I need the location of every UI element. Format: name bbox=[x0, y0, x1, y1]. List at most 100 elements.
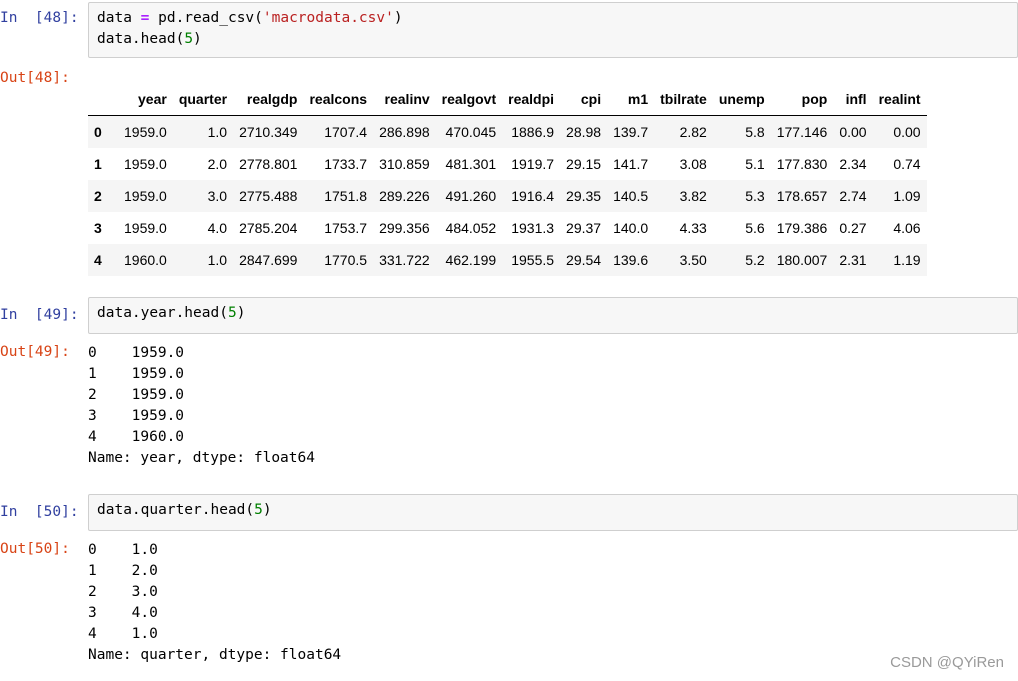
table-cell: 0.00 bbox=[839, 124, 867, 140]
table-cell: 1.09 bbox=[893, 188, 921, 204]
table-cell: 491.260 bbox=[445, 188, 497, 204]
table-cell: 481.301 bbox=[445, 156, 497, 172]
column-header: m1 bbox=[627, 91, 649, 107]
output-line: 4 1960.0 bbox=[88, 429, 185, 445]
table-cell: 1959.0 bbox=[124, 156, 167, 172]
table-cell: 2.31 bbox=[839, 252, 867, 268]
table-cell: 179.386 bbox=[776, 220, 828, 236]
table-cell: 140.5 bbox=[613, 188, 649, 204]
table-cell: 299.356 bbox=[379, 220, 430, 236]
table-cell: 1886.9 bbox=[511, 124, 555, 140]
column-header: cpi bbox=[580, 91, 602, 107]
table-cell: 177.830 bbox=[776, 156, 828, 172]
column-header: pop bbox=[801, 91, 828, 107]
table-cell: 2778.801 bbox=[239, 156, 298, 172]
table-cell: 177.146 bbox=[776, 124, 828, 140]
table-header-row: year quarter realgdp realcons realinv realgov… bbox=[88, 83, 927, 116]
code-token: 5 bbox=[184, 31, 194, 47]
table-cell: 2710.349 bbox=[239, 124, 298, 140]
code-token: ) bbox=[262, 502, 272, 518]
output-line: 2 3.0 bbox=[88, 584, 158, 600]
table-cell: 29.54 bbox=[566, 252, 602, 268]
row-index: 4 bbox=[94, 252, 102, 268]
table-cell: 2.34 bbox=[839, 156, 867, 172]
table-cell: 289.226 bbox=[379, 188, 430, 204]
table-cell: 1960.0 bbox=[124, 252, 167, 268]
code-cell-49[interactable]: data.year.head(5) bbox=[88, 297, 1018, 334]
output-line: 3 4.0 bbox=[88, 605, 158, 621]
column-header: tbilrate bbox=[660, 91, 707, 107]
code-line: data.quarter.head(5) bbox=[97, 500, 1017, 521]
column-header: realcons bbox=[309, 91, 368, 107]
output-line: 1 1959.0 bbox=[88, 366, 185, 382]
table-cell: 331.722 bbox=[379, 252, 430, 268]
code-line: data = pd.read_csv('macrodata.csv') bbox=[97, 8, 1017, 29]
table-cell: 5.2 bbox=[745, 252, 765, 268]
table-cell: 5.6 bbox=[745, 220, 765, 236]
table-cell: 180.007 bbox=[776, 252, 828, 268]
table-cell: 28.98 bbox=[566, 124, 602, 140]
table-cell: 4.06 bbox=[893, 220, 921, 236]
table-cell: 1751.8 bbox=[324, 188, 368, 204]
row-index: 3 bbox=[94, 220, 102, 236]
column-header: realinv bbox=[384, 91, 430, 107]
table-cell: 1959.0 bbox=[124, 124, 167, 140]
code-token: 5 bbox=[254, 502, 263, 518]
table-cell: 1.19 bbox=[893, 252, 921, 268]
code-cell-48[interactable]: data = pd.read_csv('macrodata.csv') data.… bbox=[88, 2, 1018, 58]
code-line: data.head(5) bbox=[97, 29, 1017, 50]
table-cell: 1733.7 bbox=[324, 156, 368, 172]
table-row: 0 1959.0 1.0 2710.349 1707.4 286.898 470.045 18… bbox=[88, 115, 927, 148]
watermark: CSDN @QYiRen bbox=[890, 654, 1004, 671]
code-token: ) bbox=[193, 31, 202, 47]
table-cell: 2785.204 bbox=[239, 220, 298, 236]
column-header: unemp bbox=[718, 91, 765, 107]
table-cell: 29.15 bbox=[566, 156, 602, 172]
output-line: 0 1.0 bbox=[88, 542, 158, 558]
table-cell: 139.7 bbox=[613, 124, 649, 140]
table-cell: 140.0 bbox=[613, 220, 649, 236]
output-line: 3 1959.0 bbox=[88, 408, 185, 424]
table-cell: 2775.488 bbox=[239, 188, 298, 204]
code-line: data.year.head(5) bbox=[97, 303, 1017, 324]
table-cell: 5.1 bbox=[745, 156, 765, 172]
table-cell: 4.0 bbox=[207, 220, 228, 236]
table-cell: 2.74 bbox=[839, 188, 867, 204]
table-cell: 1.0 bbox=[207, 124, 228, 140]
in-prompt-50: In [50]: bbox=[0, 504, 79, 520]
table-row: 4 1960.0 1.0 2847.699 1770.5 331.722 462.199 19… bbox=[88, 244, 927, 276]
output-line: 1 2.0 bbox=[88, 563, 158, 579]
row-index: 1 bbox=[94, 156, 102, 172]
code-token: 'macrodata.csv' bbox=[262, 10, 394, 26]
table-cell: 5.8 bbox=[745, 124, 765, 140]
table-cell: 286.898 bbox=[379, 124, 430, 140]
code-cell-50[interactable]: data.quarter.head(5) bbox=[88, 494, 1018, 531]
table-cell: 470.045 bbox=[445, 124, 497, 140]
table-row: 3 1959.0 4.0 2785.204 1753.7 299.356 484.052 19… bbox=[88, 212, 927, 244]
table-cell: 1707.4 bbox=[324, 124, 368, 140]
table-row: 1 1959.0 2.0 2778.801 1733.7 310.859 481.301 19… bbox=[88, 148, 927, 180]
table-cell: 1931.3 bbox=[511, 220, 555, 236]
code-token: pd.read_csv( bbox=[149, 10, 263, 26]
code-token: 5 bbox=[227, 305, 237, 321]
table-cell: 1770.5 bbox=[324, 252, 368, 268]
table-cell: 4.33 bbox=[679, 220, 707, 236]
table-cell: 1959.0 bbox=[124, 220, 167, 236]
table-cell: 462.199 bbox=[445, 252, 497, 268]
table-cell: 5.3 bbox=[745, 188, 765, 204]
table-cell: 29.35 bbox=[566, 188, 602, 204]
table-cell: 2.82 bbox=[679, 124, 707, 140]
table-cell: 1.0 bbox=[207, 252, 228, 268]
table-cell: 178.657 bbox=[776, 188, 828, 204]
output-line: Name: quarter, dtype: float64 bbox=[88, 647, 342, 663]
table-cell: 141.7 bbox=[613, 156, 649, 172]
in-prompt-48: In [48]: bbox=[0, 10, 79, 26]
row-index: 0 bbox=[94, 124, 102, 140]
table-cell: 0.74 bbox=[893, 156, 921, 172]
output-line: 2 1959.0 bbox=[88, 387, 185, 403]
code-token: data.quarter.head( bbox=[97, 502, 255, 518]
out-prompt-49: Out[49]: bbox=[0, 344, 70, 360]
table-cell: 0.00 bbox=[893, 124, 921, 140]
table-cell: 1959.0 bbox=[124, 188, 167, 204]
output-line: 4 1.0 bbox=[88, 626, 158, 642]
